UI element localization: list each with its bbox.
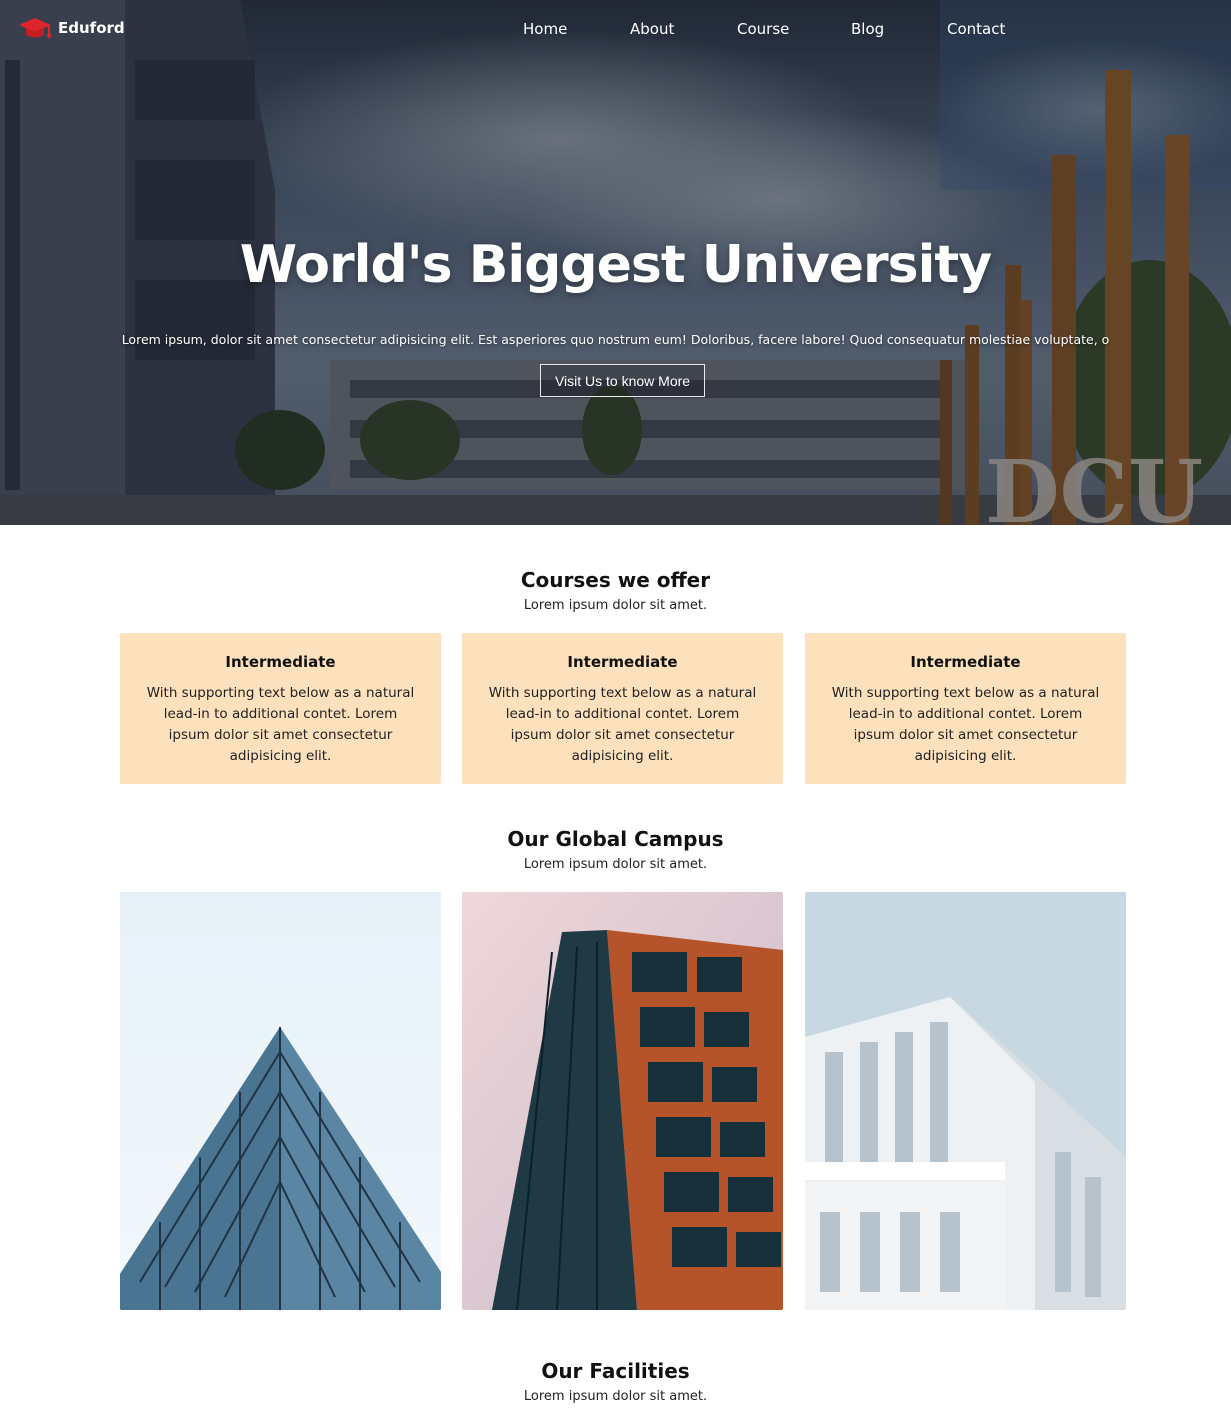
courses-title: Courses we offer bbox=[520, 568, 711, 592]
facilities-subtitle: Lorem ipsum dolor sit amet. bbox=[523, 1389, 708, 1404]
brand-logo[interactable]: Eduford bbox=[18, 14, 125, 42]
main-nav: Home About Course Blog Contact bbox=[511, 20, 1231, 42]
nav-item-course[interactable]: Course bbox=[737, 20, 789, 38]
course-card-title: Intermediate bbox=[910, 653, 1021, 671]
nav-item-home[interactable]: Home bbox=[523, 20, 567, 38]
campus-image-white-building[interactable] bbox=[805, 892, 1126, 1310]
campus-photo-3 bbox=[805, 892, 1126, 1310]
course-card-text: With supporting text below as a natural … bbox=[831, 685, 1100, 764]
nav-item-about[interactable]: About bbox=[630, 20, 674, 38]
visit-us-button[interactable]: Visit Us to know More bbox=[540, 364, 705, 397]
hero-text: Lorem ipsum, dolor sit amet consectetur … bbox=[121, 332, 1110, 347]
course-card[interactable]: Intermediate With supporting text below … bbox=[120, 633, 441, 784]
campus-image-glass-pyramid[interactable] bbox=[120, 892, 441, 1310]
campus-image-tower[interactable] bbox=[462, 892, 783, 1310]
course-card-text: With supporting text below as a natural … bbox=[146, 685, 415, 764]
hero-section: DCU Eduford Home About Course Blog Conta… bbox=[0, 0, 1231, 525]
course-card[interactable]: Intermediate With supporting text below … bbox=[805, 633, 1126, 784]
campus-title: Our Global Campus bbox=[507, 827, 724, 851]
course-card[interactable]: Intermediate With supporting text below … bbox=[462, 633, 783, 784]
course-card-text: With supporting text below as a natural … bbox=[488, 685, 757, 764]
facilities-title: Our Facilities bbox=[541, 1359, 690, 1383]
course-card-title: Intermediate bbox=[225, 653, 336, 671]
courses-subtitle: Lorem ipsum dolor sit amet. bbox=[523, 598, 708, 613]
campus-photo-2 bbox=[462, 892, 783, 1310]
campus-photo-1 bbox=[120, 892, 441, 1310]
graduation-cap-icon bbox=[19, 18, 51, 38]
hero-title: World's Biggest University bbox=[239, 235, 992, 295]
nav-item-contact[interactable]: Contact bbox=[947, 20, 1005, 38]
nav-item-blog[interactable]: Blog bbox=[851, 20, 884, 38]
campus-subtitle: Lorem ipsum dolor sit amet. bbox=[523, 857, 708, 872]
brand-name: Eduford bbox=[58, 19, 125, 37]
course-card-title: Intermediate bbox=[567, 653, 678, 671]
